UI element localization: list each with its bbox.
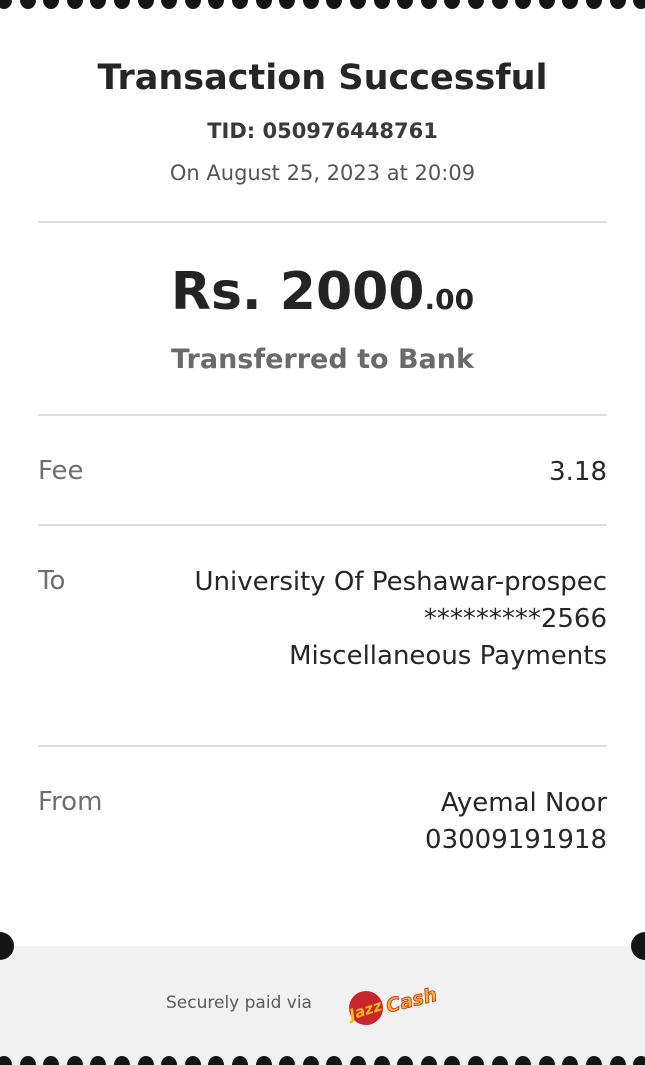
- sender-number: 03009191918: [425, 825, 607, 855]
- perforation-dot: [19, 1056, 36, 1065]
- perforation-dot: [43, 1056, 60, 1065]
- perforation-dot: [586, 1056, 602, 1065]
- divider: [38, 524, 607, 526]
- perforation-dot: [255, 1056, 272, 1065]
- amount-description: Transferred to Bank: [171, 344, 474, 375]
- perforation-dot: [184, 1056, 201, 1065]
- amount-main: Rs. 2000: [170, 262, 425, 322]
- perforation-dot: [350, 1056, 366, 1065]
- amount-cents: .00: [424, 283, 475, 316]
- perforation-dot: [0, 1056, 12, 1065]
- perforation-dot: [302, 1056, 319, 1065]
- perforation-dot: [373, 1056, 390, 1065]
- to-recipient: University Of Peshawar-prospec *********…: [195, 564, 607, 675]
- perforation-dot: [208, 1056, 225, 1065]
- perforation-dot: [491, 1056, 508, 1065]
- perforation-dot: [633, 1056, 645, 1065]
- sender-name: Ayemal Noor: [440, 788, 607, 818]
- logo-text-right: Cash: [384, 984, 439, 1018]
- perforation-dot: [562, 1056, 579, 1065]
- perforation-dot: [137, 1056, 154, 1065]
- transaction-date: On August 25, 2023 at 20:09: [169, 161, 476, 185]
- fee-label: Fee: [38, 456, 84, 486]
- from-label: From: [38, 787, 103, 817]
- transaction-amount: Rs. 2000.00: [0, 262, 645, 322]
- transaction-id: TID: 050976448761: [207, 119, 438, 143]
- perforation-dot: [538, 1056, 555, 1065]
- recipient-category: Miscellaneous Payments: [289, 641, 607, 671]
- perforation-dot: [232, 1056, 248, 1065]
- to-label: To: [38, 566, 66, 596]
- perforation-dot: [468, 1056, 484, 1065]
- receipt-card: Transaction Successful TID: 050976448761…: [0, 0, 645, 946]
- perforation-dot: [114, 1056, 130, 1065]
- page-title: Transaction Successful: [97, 58, 548, 98]
- perforation-dot: [161, 1056, 178, 1065]
- divider: [38, 221, 607, 223]
- perforation-dot: [397, 1056, 414, 1065]
- paid-via-text: Securely paid via: [166, 993, 312, 1013]
- perforation-dot: [66, 1056, 83, 1065]
- perforation-dot: [515, 1056, 532, 1065]
- perforation-dot: [420, 1056, 437, 1065]
- divider: [38, 745, 607, 747]
- perforated-bottom-edge: [0, 1056, 645, 1065]
- perforation-dot: [279, 1056, 296, 1065]
- recipient-account: *********2566: [423, 604, 607, 634]
- perforation-dot: [444, 1056, 461, 1065]
- perforation-dot: [609, 1056, 626, 1065]
- recipient-name: University Of Peshawar-prospec: [194, 567, 607, 597]
- divider: [38, 414, 607, 416]
- perforation-dot: [326, 1056, 343, 1065]
- perforation-dot: [90, 1056, 107, 1065]
- from-sender: Ayemal Noor 03009191918: [425, 785, 607, 859]
- fee-value: 3.18: [549, 457, 607, 487]
- receipt-footer: [0, 946, 645, 1065]
- jazzcash-logo: Jazz Cash: [346, 983, 440, 1025]
